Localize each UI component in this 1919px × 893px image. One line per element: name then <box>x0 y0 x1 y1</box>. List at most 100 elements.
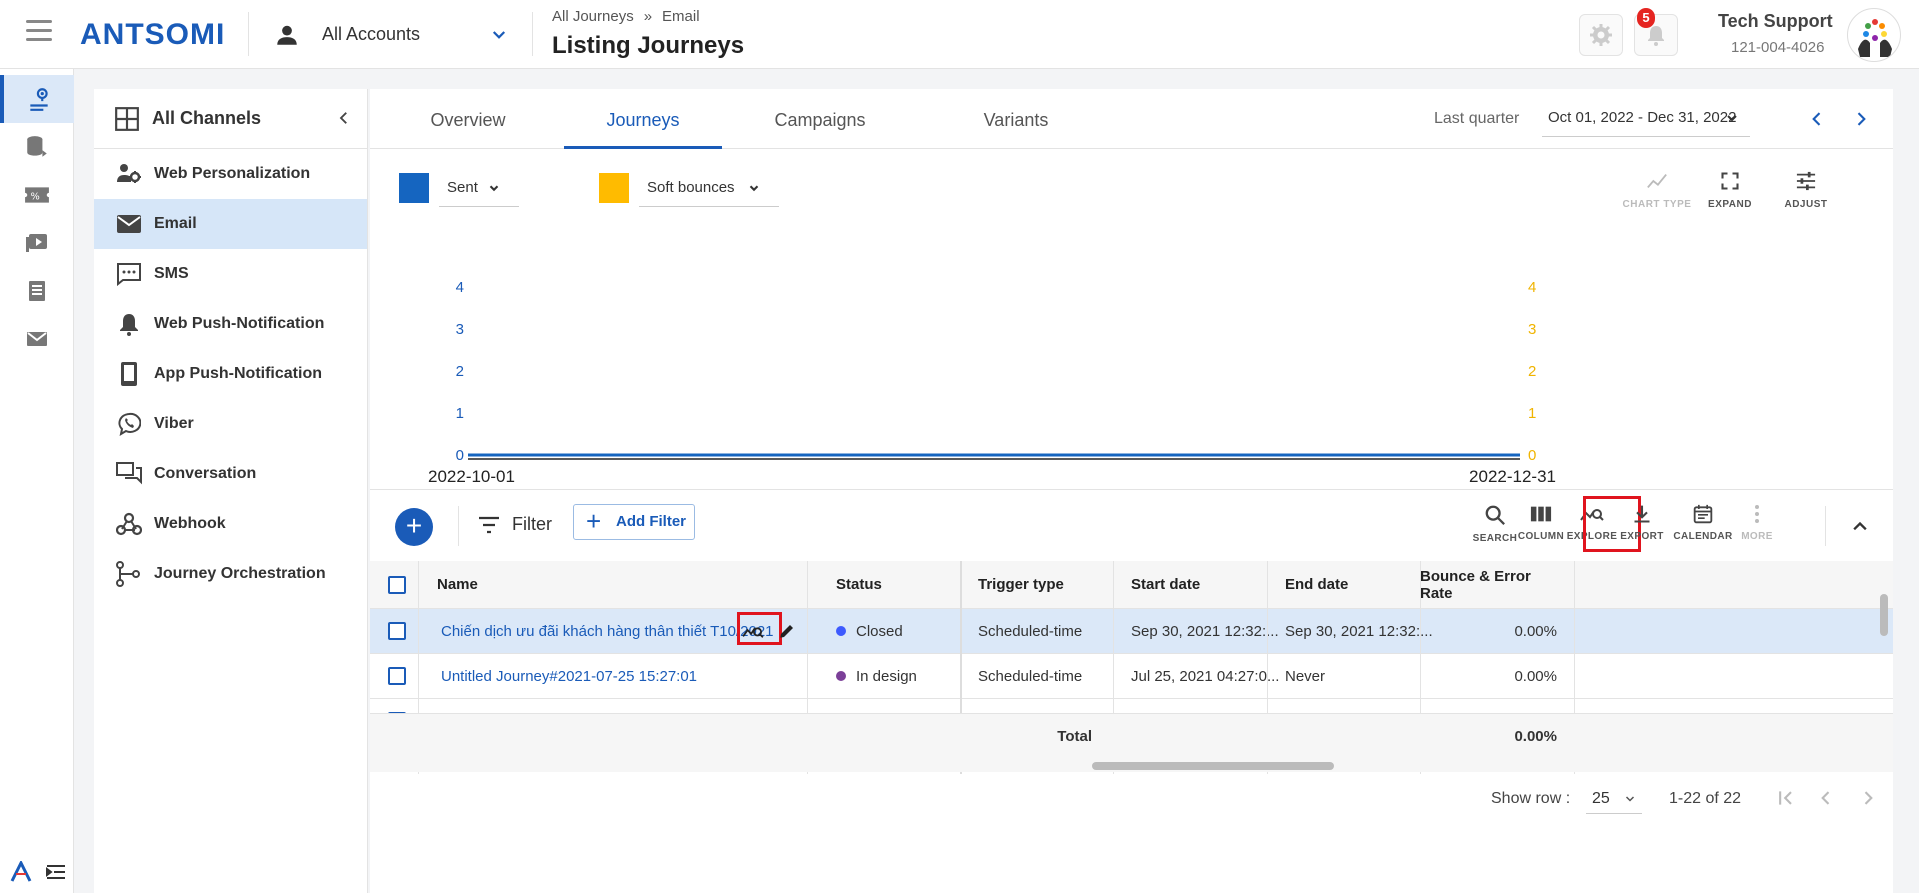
filter-button[interactable]: Filter <box>478 514 552 535</box>
rows-per-page-select[interactable]: 25 <box>1586 784 1642 814</box>
table-toolbar: + Filter + Add Filter SEARCH COLUMN EXPL… <box>370 489 1893 561</box>
antsomi-logo[interactable]: ANTSOMI <box>80 18 225 52</box>
expand-menu-icon[interactable] <box>46 864 66 880</box>
column-header-start-date[interactable]: Start date <box>1131 561 1200 608</box>
export-label: EXPORT <box>1620 531 1664 542</box>
add-filter-label: Add Filter <box>616 513 686 530</box>
chevron-left-icon[interactable] <box>335 109 353 127</box>
row-checkbox[interactable] <box>388 622 406 640</box>
report-icon <box>29 281 45 301</box>
date-range-value: Oct 01, 2022 - Dec 31, 2022 <box>1548 109 1737 126</box>
menu-icon[interactable] <box>26 20 52 42</box>
start-date-cell: Jul 25, 2021 04:27:0... <box>1131 667 1280 685</box>
select-all-checkbox[interactable] <box>388 575 406 594</box>
end-date-cell: Never <box>1285 667 1326 685</box>
channels-title: All Channels <box>152 108 262 128</box>
column-header-name[interactable]: Name <box>437 561 478 608</box>
date-range-picker[interactable]: Oct 01, 2022 - Dec 31, 2022 <box>1542 103 1750 137</box>
tab-variants[interactable]: Variants <box>918 89 1114 149</box>
channel-item-web-push-notification[interactable]: Web Push-Notification <box>94 299 367 349</box>
horizontal-scroll-thumb[interactable] <box>1092 762 1334 770</box>
total-bounce-rate: 0.00% <box>1514 727 1557 745</box>
table-row[interactable]: Chiến dịch ưu đãi khách hàng thân thiết … <box>370 609 1893 654</box>
tab-campaigns[interactable]: Campaigns <box>722 89 918 149</box>
date-preset-label: Last quarter <box>1434 110 1520 127</box>
column-header-status[interactable]: Status <box>836 561 882 608</box>
left-metric-label: Sent <box>447 179 478 196</box>
horizontal-scrollbar[interactable] <box>370 758 1893 772</box>
rail-media[interactable] <box>0 219 74 267</box>
adjust-button[interactable]: ADJUST <box>1771 171 1841 210</box>
breadcrumb-all-journeys[interactable]: All Journeys <box>552 8 634 25</box>
channel-item-sms[interactable]: SMS <box>94 249 367 299</box>
column-header-bounce-error-rate[interactable]: Bounce & Error Rate <box>1420 561 1557 608</box>
channel-item-conversation[interactable]: Conversation <box>94 449 367 499</box>
right-metric-select[interactable]: Soft bounces <box>639 169 779 207</box>
left-metric-select[interactable]: Sent <box>439 169 519 207</box>
header-divider <box>532 12 533 56</box>
rail-journey[interactable] <box>0 75 74 123</box>
tab-overview[interactable]: Overview <box>370 89 566 149</box>
filter-icon <box>479 516 499 533</box>
user-phone: 121-004-4026 <box>1731 39 1825 56</box>
more-label: MORE <box>1741 531 1773 542</box>
channel-item-webhook[interactable]: Webhook <box>94 499 367 549</box>
rail-reports[interactable] <box>0 267 74 315</box>
breadcrumb-email[interactable]: Email <box>662 8 700 25</box>
add-journey-button[interactable]: + <box>395 508 433 546</box>
export-button[interactable]: EXPORT <box>1612 504 1672 542</box>
chevron-down-icon[interactable] <box>490 26 508 49</box>
expand-button[interactable]: EXPAND <box>1695 171 1765 210</box>
next-page-icon[interactable] <box>1858 788 1878 808</box>
chart-type-button[interactable]: CHART TYPE <box>1622 171 1692 210</box>
channel-item-web-personalization[interactable]: Web Personalization <box>94 149 367 199</box>
web-personalization-icon <box>114 162 144 186</box>
avatar[interactable] <box>1847 8 1901 62</box>
select-all-checkbox-cell[interactable] <box>388 561 406 608</box>
person-icon <box>274 22 300 53</box>
filter-label: Filter <box>512 514 552 534</box>
svg-text:%: % <box>31 191 40 202</box>
row-checkbox-cell[interactable] <box>388 654 406 698</box>
column-header-trigger-type[interactable]: Trigger type <box>978 561 1064 608</box>
pencil-icon <box>780 625 793 638</box>
previous-period-icon[interactable] <box>1807 109 1827 129</box>
calendar-button[interactable]: CALENDAR <box>1673 504 1733 542</box>
channels-header: All Channels <box>94 89 367 149</box>
settings-button[interactable] <box>1579 14 1623 56</box>
channel-item-app-push-notification[interactable]: App Push-Notification <box>94 349 367 399</box>
rows-per-page-value: 25 <box>1592 790 1610 807</box>
tab-journeys[interactable]: Journeys <box>564 89 722 149</box>
first-page-icon[interactable] <box>1776 788 1796 808</box>
rail-email[interactable] <box>0 315 74 363</box>
show-row-label: Show row : <box>1491 790 1571 807</box>
channel-item-email[interactable]: Email <box>94 199 367 249</box>
add-filter-button[interactable]: + Add Filter <box>573 504 695 540</box>
email-icon <box>114 214 144 234</box>
notification-badge: 5 <box>1637 8 1655 28</box>
account-selector[interactable]: All Accounts <box>322 24 420 45</box>
journey-name-link[interactable]: Chiến dịch ưu đãi khách hàng thân thiết … <box>441 609 774 653</box>
edit-row-button[interactable] <box>778 609 796 653</box>
status-cell: Closed <box>836 609 903 653</box>
rail-tickets[interactable]: % <box>0 171 74 219</box>
header-divider <box>248 12 249 56</box>
rail-data[interactable] <box>0 123 74 171</box>
previous-page-icon[interactable] <box>1816 788 1836 808</box>
more-button[interactable]: MORE <box>1727 504 1787 542</box>
chevron-down-icon <box>1727 115 1737 122</box>
column-header-end-date[interactable]: End date <box>1285 561 1348 608</box>
channel-item-journey-orchestration[interactable]: Journey Orchestration <box>94 549 367 599</box>
antsomi-mark-icon[interactable] <box>10 861 32 883</box>
row-checkbox-cell[interactable] <box>388 609 406 653</box>
next-period-icon[interactable] <box>1851 109 1871 129</box>
adjust-icon <box>1796 171 1816 191</box>
vertical-scroll-thumb[interactable] <box>1880 594 1888 636</box>
breadcrumb: All Journeys » Email <box>552 8 700 25</box>
chevron-up-icon[interactable] <box>1850 516 1870 536</box>
channel-item-viber[interactable]: Viber <box>94 399 367 449</box>
y-left-tick-label: 2 <box>456 363 464 380</box>
journey-name-link[interactable]: Untitled Journey#2021-07-25 15:27:01 <box>441 654 697 698</box>
row-checkbox[interactable] <box>388 667 406 685</box>
table-row[interactable]: Untitled Journey#2021-07-25 15:27:01 In d… <box>370 654 1893 699</box>
